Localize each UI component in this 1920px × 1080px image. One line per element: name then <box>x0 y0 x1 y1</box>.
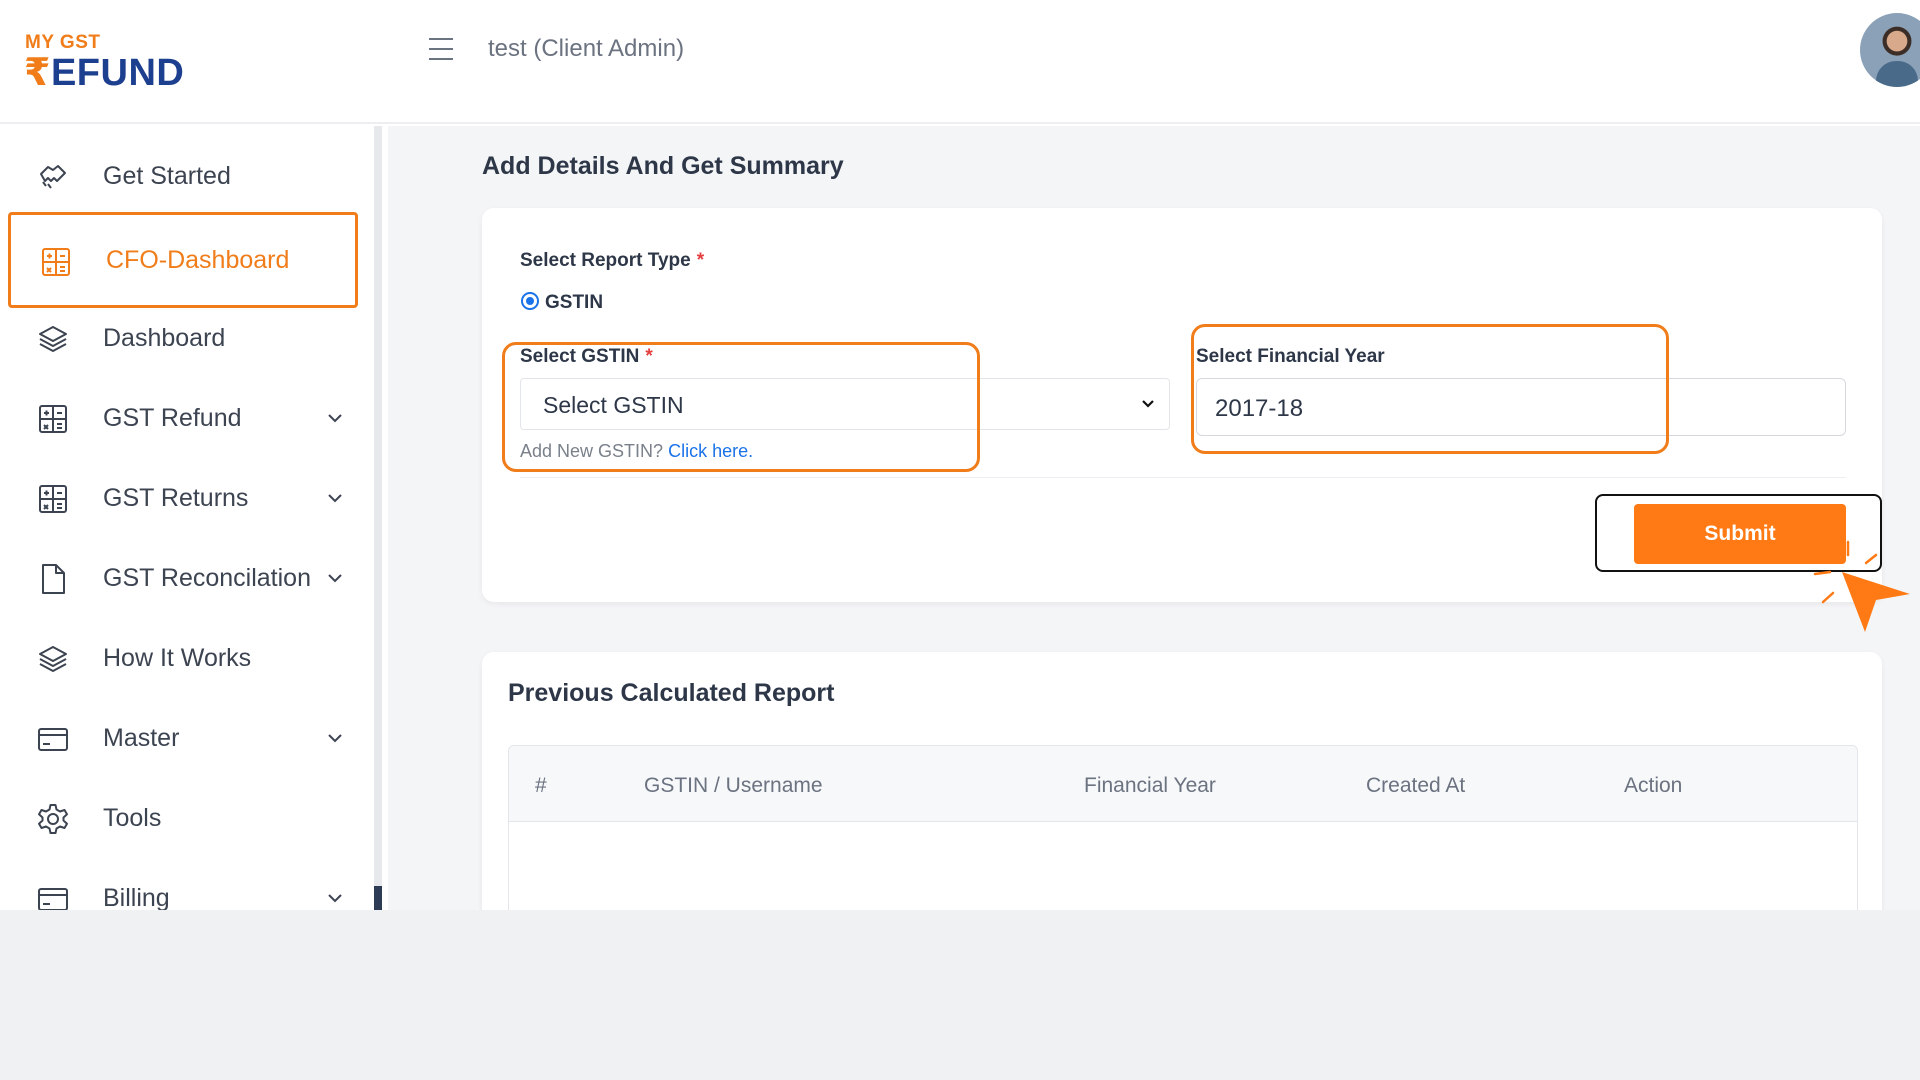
credit-card-icon <box>38 888 68 910</box>
chevron-down-icon <box>328 574 342 583</box>
logo-word: EFUND <box>50 52 185 94</box>
sidebar-item-label: How It Works <box>103 643 252 672</box>
chevron-down-icon <box>328 414 342 423</box>
credit-card-icon <box>38 728 68 751</box>
gstin-radio-label[interactable]: GSTIN <box>545 292 603 314</box>
sidebar-item-label: Dashboard <box>103 323 226 352</box>
page-footer-area <box>0 910 1920 1080</box>
hamburger-menu-icon[interactable] <box>429 38 453 60</box>
avatar[interactable] <box>1860 13 1920 87</box>
financial-year-label: Select Financial Year <box>1196 346 1385 367</box>
top-header: MY GST ₹EFUND test (Client Admin) <box>0 0 1920 124</box>
sidebar-item-tools[interactable]: Tools <box>8 778 358 858</box>
column-header-gstin-username[interactable]: GSTIN / Username <box>644 774 823 798</box>
page-title: Add Details And Get Summary <box>482 152 844 180</box>
form-divider <box>520 477 1846 478</box>
table-header: # GSTIN / Username Financial Year Create… <box>509 746 1857 822</box>
report-type-label: Select Report Type * <box>520 250 705 271</box>
sidebar-item-cfo-dashboard[interactable]: CFO-Dashboard <box>8 212 358 308</box>
calculator-icon <box>42 248 70 276</box>
add-gstin-link[interactable]: Click here. <box>668 441 753 461</box>
sidebar-item-label: Get Started <box>103 161 231 190</box>
sidebar-item-get-started[interactable]: Get Started <box>8 136 358 216</box>
sidebar-item-label: Tools <box>103 803 162 832</box>
pointer-cursor-icon <box>1813 540 1910 632</box>
column-header-action[interactable]: Action <box>1624 774 1682 798</box>
logo-big-text: ₹EFUND <box>24 50 184 95</box>
gstin-select-value: Select GSTIN <box>543 392 684 418</box>
handshake-icon <box>40 165 66 189</box>
sidebar-item-gst-returns[interactable]: GST Returns <box>8 458 358 538</box>
app-window: MY GST ₹EFUND test (Client Admin) Get St… <box>0 0 1920 910</box>
sidebar-item-gst-refund[interactable]: GST Refund <box>8 378 358 458</box>
sidebar-item-label: Master <box>103 723 180 752</box>
calculator-icon <box>39 405 67 433</box>
add-gstin-helper: Add New GSTIN? Click here. <box>520 441 754 461</box>
chevron-down-icon <box>1142 400 1154 408</box>
sidebar-item-master[interactable]: Master <box>8 698 358 778</box>
gstin-select-label: Select GSTIN * <box>520 346 653 367</box>
sidebar-item-label: GST Returns <box>103 483 249 512</box>
sidebar-item-gst-reconcilation[interactable]: GST Reconcilation <box>8 538 358 618</box>
brand-logo[interactable]: MY GST ₹EFUND <box>24 32 184 95</box>
gear-icon <box>38 804 68 834</box>
financial-year-input[interactable]: 2017-18 <box>1196 378 1846 436</box>
user-role-title: test (Client Admin) <box>488 35 685 62</box>
chevron-down-icon <box>328 494 342 503</box>
sidebar-item-billing[interactable]: Billing <box>8 858 358 910</box>
file-icon <box>42 564 65 594</box>
financial-year-value: 2017-18 <box>1215 395 1304 422</box>
logo-rupee: ₹ <box>24 52 51 94</box>
layers-icon <box>39 646 67 672</box>
calculator-icon <box>39 485 67 513</box>
previous-report-title: Previous Calculated Report <box>508 679 835 707</box>
column-header-index[interactable]: # <box>535 774 547 798</box>
gstin-radio[interactable] <box>521 292 539 310</box>
sidebar-item-dashboard[interactable]: Dashboard <box>8 298 358 378</box>
sidebar-scrollbar-track[interactable] <box>374 126 382 910</box>
report-table: # GSTIN / Username Financial Year Create… <box>508 745 1858 910</box>
sidebar-scrollbar-thumb[interactable] <box>374 886 382 910</box>
sidebar-item-label: Billing <box>103 883 170 911</box>
column-header-financial-year[interactable]: Financial Year <box>1084 774 1216 798</box>
gstin-select[interactable]: Select GSTIN <box>520 378 1170 430</box>
sidebar-item-label: GST Reconcilation <box>103 563 311 592</box>
layers-icon <box>39 326 67 352</box>
column-header-created-at[interactable]: Created At <box>1366 774 1465 798</box>
chevron-down-icon <box>328 894 342 903</box>
sidebar-item-label: GST Refund <box>103 403 242 432</box>
chevron-down-icon <box>328 734 342 743</box>
sidebar-item-label: CFO-Dashboard <box>106 245 290 274</box>
sidebar: Get Started CFO-Dashboard Dashboard GST … <box>0 126 384 910</box>
sidebar-item-how-it-works[interactable]: How It Works <box>8 618 358 698</box>
